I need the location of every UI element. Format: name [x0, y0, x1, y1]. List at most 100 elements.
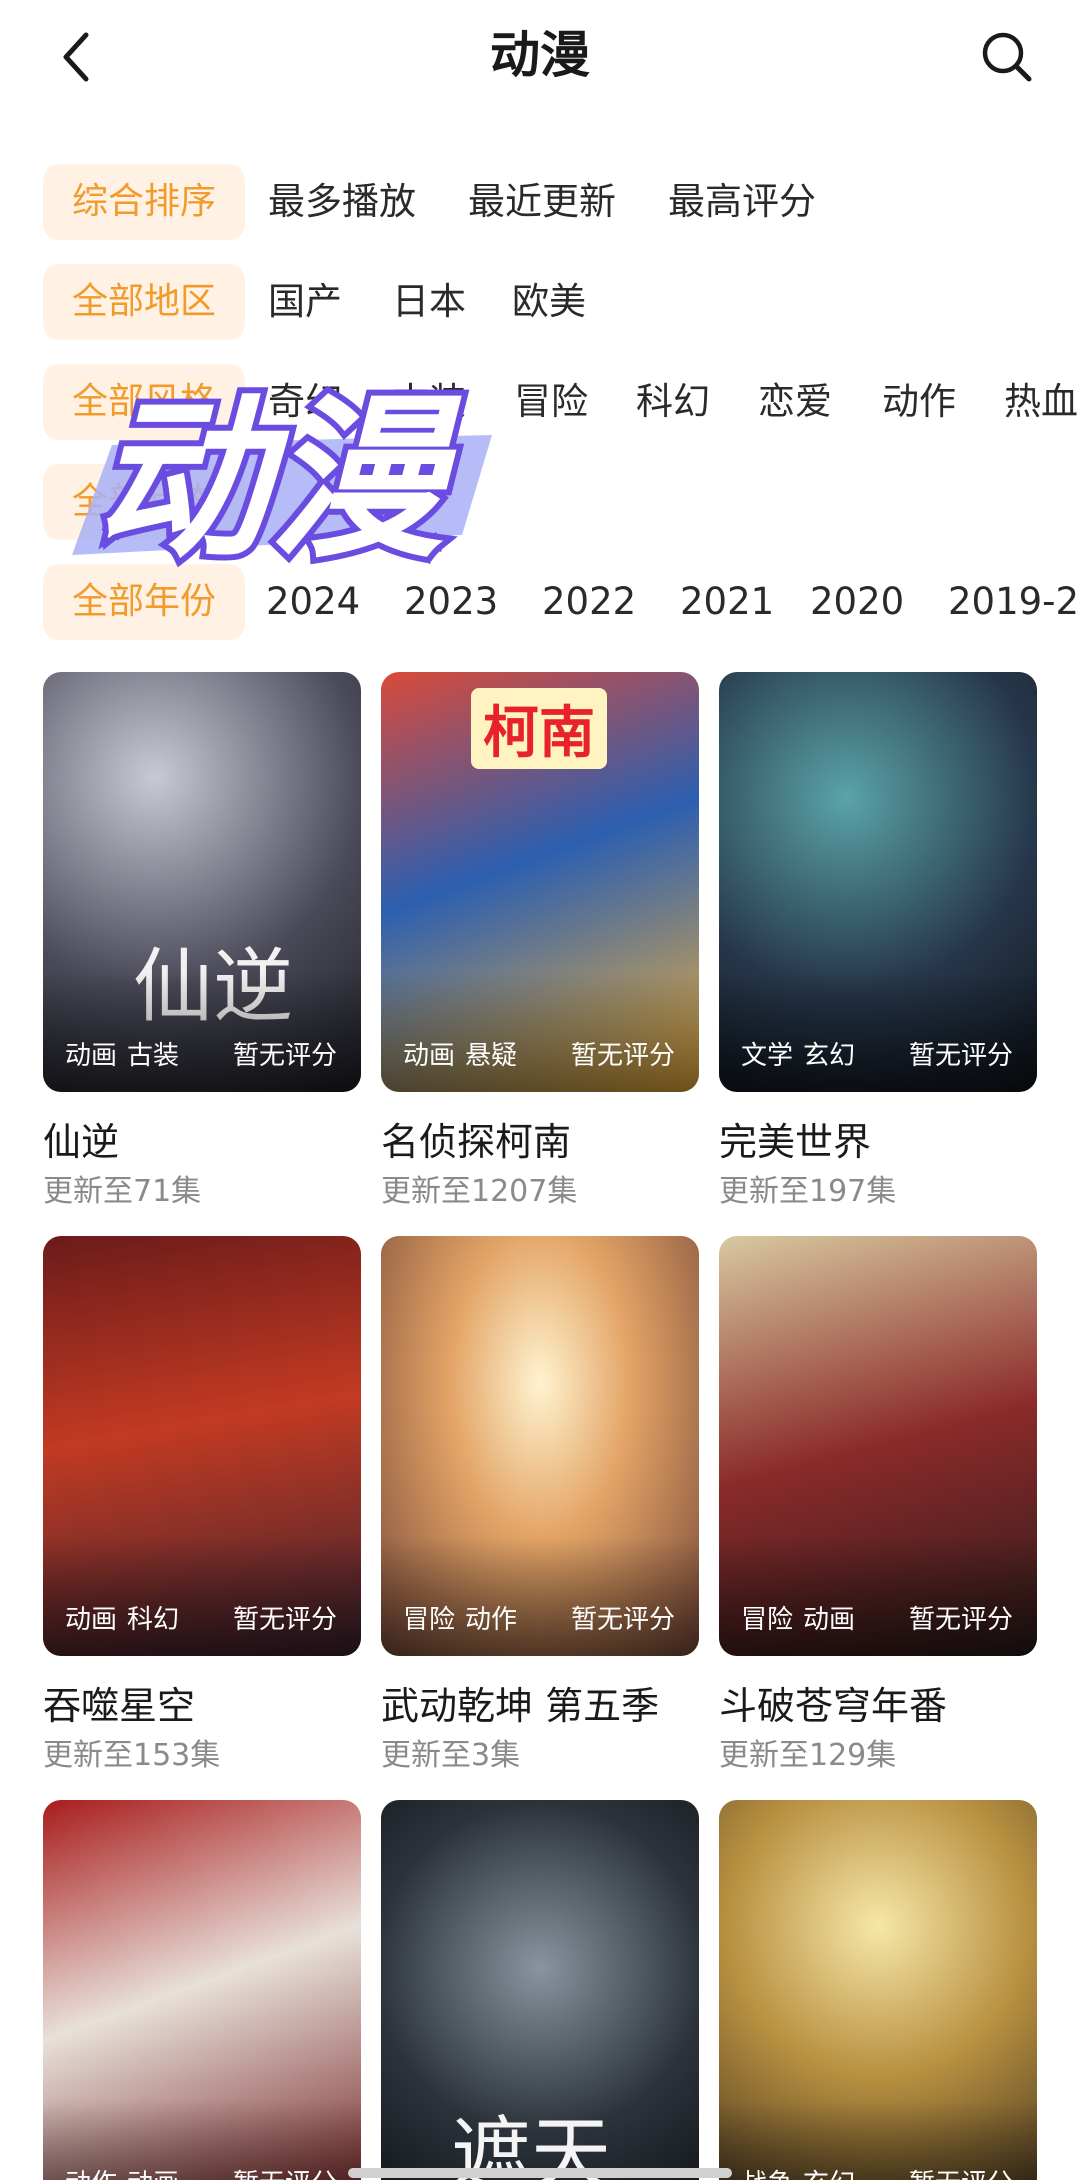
poster-image: 文学 玄幻 暂无评分 — [719, 672, 1037, 1092]
episode-status: 更新至71集 — [43, 1174, 202, 1209]
anime-card[interactable]: 冒险 动画 暂无评分 斗破苍穹年番 更新至129集 — [719, 1236, 1037, 1776]
filter-option-scifi[interactable]: 科幻 — [636, 364, 710, 440]
score-label: 暂无评分 — [233, 2163, 337, 2180]
tag: 动画 — [403, 1041, 456, 1071]
filter-option-2021[interactable]: 2021 — [680, 564, 774, 640]
tag: 文学 — [741, 1041, 794, 1071]
card-title: 斗破苍穹年番 — [719, 1684, 948, 1728]
filter-option-fantasy[interactable]: 奇幻 — [268, 364, 342, 440]
filter-option-2022[interactable]: 2022 — [542, 564, 636, 640]
tag: 战争 — [741, 2169, 793, 2180]
poster-tags: 文学 玄幻 — [741, 1035, 855, 1072]
top-bar: 动漫 — [0, 0, 1080, 115]
poster-shade — [381, 972, 699, 1092]
filter-option-most-played[interactable]: 最多播放 — [268, 164, 416, 240]
episode-status: 更新至153集 — [43, 1738, 221, 1773]
poster-shade — [381, 1536, 699, 1656]
poster-caption: 柯南 — [471, 688, 607, 769]
anime-card[interactable]: 文学 玄幻 暂无评分 完美世界 更新至197集 — [719, 672, 1037, 1212]
poster-tags: 动画 悬疑 — [403, 1035, 517, 1072]
score-label: 暂无评分 — [232, 1041, 337, 1071]
filter-option-romance[interactable]: 恋爱 — [758, 364, 832, 440]
poster-shade — [43, 1536, 361, 1656]
search-icon — [982, 32, 1032, 82]
poster-caption: 遮天 — [451, 2108, 611, 2180]
poster-image: 动作动画 暂无评分 — [43, 1800, 361, 2180]
episode-status: 更新至197集 — [719, 1174, 897, 1209]
back-button[interactable] — [46, 22, 106, 92]
anime-card[interactable]: 柯南 动画 悬疑 暂无评分 名侦探柯南 更新至1207集 — [381, 672, 699, 1212]
filter-option-japan[interactable]: 日本 — [392, 264, 466, 340]
filter-option-western[interactable]: 欧美 — [512, 264, 586, 340]
score-label: 暂无评分 — [908, 1605, 1013, 1635]
filter-chip-year-all[interactable]: 全部年份 — [43, 564, 245, 640]
tag: 动画 — [65, 1605, 118, 1635]
tag: 动画 — [65, 1041, 118, 1071]
score-label: 暂无评分 — [570, 1605, 675, 1635]
tag: 动作 — [465, 1605, 518, 1635]
score-label: 暂无评分 — [570, 1041, 675, 1071]
filter-option-2019-range[interactable]: 2019-2 — [948, 564, 1079, 640]
filter-option-2023[interactable]: 2023 — [404, 564, 498, 640]
region-filter-row: 全部地区 国产 日本 欧美 — [0, 262, 1080, 342]
poster-tags: 动画 古装 — [65, 1035, 179, 1072]
page-title: 动漫 — [490, 26, 590, 84]
filter-chip-genre-all[interactable]: 全部风格 — [43, 364, 245, 440]
episode-status: 更新至1207集 — [381, 1174, 578, 1209]
chevron-left-icon — [63, 32, 89, 82]
filter-option-2020[interactable]: 2020 — [810, 564, 904, 640]
poster-tags: 动作动画 — [65, 2163, 179, 2180]
tag: 冒险 — [403, 1605, 456, 1635]
filter-option-top-rated[interactable]: 最高评分 — [668, 164, 816, 240]
poster-image: 战争玄幻 暂无评分 — [719, 1800, 1037, 2180]
card-title: 完美世界 — [719, 1120, 872, 1164]
filter-option-2024[interactable]: 2024 — [266, 564, 360, 640]
filter-option-adventure[interactable]: 冒险 — [514, 364, 588, 440]
genre-filter-row: 全部风格 奇幻 古装 冒险 科幻 恋爱 动作 热血 — [0, 362, 1080, 442]
card-title: 武动乾坤 第五季 — [381, 1684, 660, 1728]
anime-card[interactable]: 动作动画 暂无评分 — [43, 1800, 361, 2180]
search-button[interactable] — [972, 22, 1042, 92]
filter-chip-sort-all[interactable]: 综合排序 — [43, 164, 245, 240]
filter-chip-region-all[interactable]: 全部地区 — [43, 264, 245, 340]
poster-image: 冒险 动作 暂无评分 — [381, 1236, 699, 1656]
tag: 古装 — [127, 1041, 180, 1071]
poster-shade — [43, 972, 361, 1092]
card-title: 名侦探柯南 — [381, 1120, 572, 1164]
poster-tags: 战争玄幻 — [741, 2163, 855, 2180]
anime-card[interactable]: 战争玄幻 暂无评分 — [719, 1800, 1037, 2180]
filter-option-recent-update[interactable]: 最近更新 — [468, 164, 616, 240]
tag: 动画 — [803, 1605, 856, 1635]
tag: 动作 — [65, 2169, 117, 2180]
poster-image: 柯南 动画 悬疑 暂无评分 — [381, 672, 699, 1092]
score-label: 暂无评分 — [232, 1605, 337, 1635]
poster-tags: 冒险 动作 — [403, 1599, 517, 1636]
year-filter-row: 全部年份 2024 2023 2022 2021 2020 2019-2 — [0, 562, 1080, 642]
filter-option-hot-blooded[interactable]: 热血 — [1004, 364, 1078, 440]
anime-card[interactable]: 遮天 — [381, 1800, 699, 2180]
home-indicator — [348, 2168, 732, 2178]
filter-option-china[interactable]: 国产 — [268, 264, 342, 340]
status-filter-row: 全部状态 — [0, 462, 1080, 542]
tag: 动画 — [127, 2169, 179, 2180]
poster-shade — [719, 972, 1037, 1092]
filter-option-costume[interactable]: 古装 — [392, 364, 466, 440]
anime-card[interactable]: 冒险 动作 暂无评分 武动乾坤 第五季 更新至3集 — [381, 1236, 699, 1776]
episode-status: 更新至3集 — [381, 1738, 521, 1773]
tag: 玄幻 — [803, 2169, 855, 2180]
score-label: 暂无评分 — [908, 1041, 1013, 1071]
card-title: 仙逆 — [43, 1120, 120, 1164]
tag: 冒险 — [741, 1605, 794, 1635]
anime-card[interactable]: 仙逆 动画古装 暂无评分 仙逆 更新至71集 — [43, 672, 361, 1212]
poster-image: 动画 科幻 暂无评分 — [43, 1236, 361, 1656]
filter-chip-status-all[interactable]: 全部状态 — [43, 464, 245, 540]
poster-image: 仙逆 动画古装 暂无评分 — [43, 672, 361, 1092]
filter-option-action[interactable]: 动作 — [882, 364, 956, 440]
score-label: 暂无评分 — [909, 2163, 1013, 2180]
tag: 科幻 — [127, 1605, 180, 1635]
poster-image: 遮天 — [381, 1800, 699, 2180]
tag: 悬疑 — [465, 1041, 518, 1071]
anime-card[interactable]: 动画 科幻 暂无评分 吞噬星空 更新至153集 — [43, 1236, 361, 1776]
poster-tags: 动画 科幻 — [65, 1599, 179, 1636]
tag: 玄幻 — [803, 1041, 856, 1071]
